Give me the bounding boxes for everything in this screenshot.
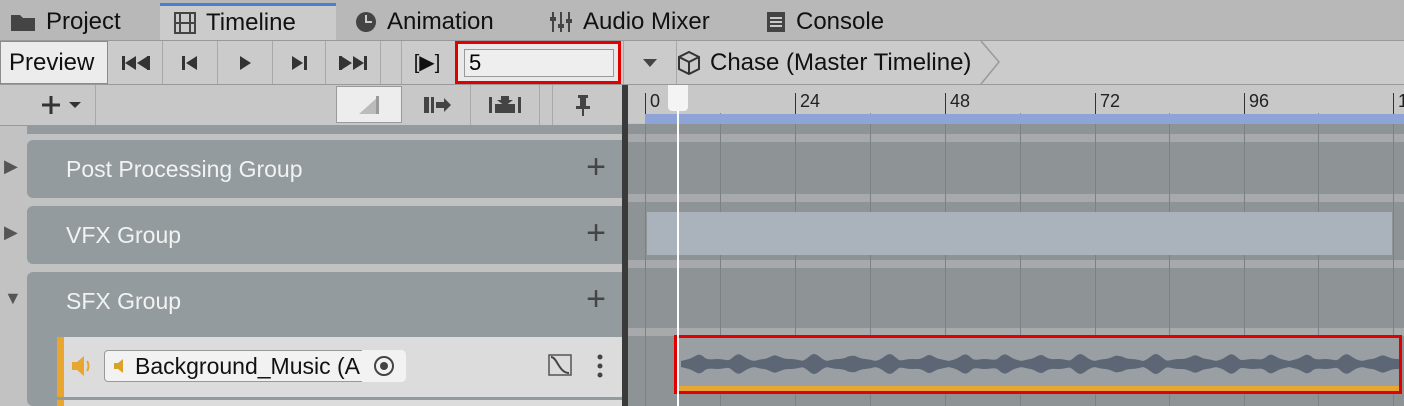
plus-icon <box>42 96 60 114</box>
ruler-label: 1 <box>1398 91 1404 111</box>
skip-to-start-icon <box>122 55 150 70</box>
console-icon <box>767 12 785 32</box>
timeline-row-post-processing[interactable] <box>628 142 1404 202</box>
audio-waveform <box>681 354 1399 374</box>
edit-mode-mix-button[interactable] <box>404 85 471 125</box>
ruler-label: 48 <box>950 91 971 111</box>
audio-clip-icon <box>114 359 123 373</box>
previous-frame-button[interactable] <box>163 41 218 84</box>
group-title: VFX Group <box>66 222 182 248</box>
preview-label: Preview <box>9 48 95 76</box>
add-track-to-group-icon[interactable]: + <box>586 150 606 184</box>
window-tab-bar: Project Timeline Animation Audio Mixer C… <box>0 0 1404 41</box>
curves-toggle-button[interactable] <box>336 86 402 123</box>
tab-label: Project <box>46 8 121 35</box>
group-above-edge <box>27 126 622 134</box>
ruler-label: 0 <box>650 91 661 111</box>
snap-button[interactable] <box>471 85 540 125</box>
track-group-vfx[interactable]: VFX Group + <box>27 206 622 264</box>
timeline-duration-bar <box>645 114 1404 124</box>
next-frame-button[interactable] <box>273 41 326 84</box>
folder-icon <box>11 15 35 31</box>
chevron-down-icon <box>643 58 657 67</box>
track-header-toolbar <box>0 85 622 126</box>
breadcrumb[interactable]: Chase (Master Timeline) <box>676 41 1001 84</box>
current-frame-input[interactable] <box>464 49 614 77</box>
next-frame-icon <box>292 55 307 70</box>
group-title: SFX Group <box>66 288 182 314</box>
breadcrumb-label: Chase (Master Timeline) <box>710 48 972 76</box>
speaker-icon <box>72 356 90 376</box>
ruler-label: 24 <box>800 91 821 111</box>
breadcrumb-arrow-icon <box>980 41 1001 84</box>
expand-arrow-icon[interactable]: ▶ <box>4 156 18 177</box>
mix-mode-icon <box>424 97 451 113</box>
audio-clip[interactable] <box>674 335 1402 394</box>
add-track-to-group-icon[interactable]: + <box>586 216 606 250</box>
next-track-edge <box>57 400 622 406</box>
tab-audio-mixer[interactable]: Audio Mixer <box>549 4 710 40</box>
track-group-post-processing[interactable]: Post Processing Group + <box>27 140 622 198</box>
tab-console[interactable]: Console <box>766 4 884 40</box>
tab-animation[interactable]: Animation <box>355 4 494 40</box>
expand-arrow-icon[interactable]: ▶ <box>4 222 18 243</box>
preview-button[interactable]: Preview <box>0 41 108 84</box>
curves-icon[interactable] <box>548 354 572 376</box>
audio-source-field[interactable]: Background_Music (A <box>104 350 406 382</box>
tab-label: Timeline <box>206 9 296 36</box>
timeline-options-dropdown[interactable] <box>623 41 677 84</box>
ruler-label: 96 <box>1249 91 1270 111</box>
audio-track-header[interactable]: Background_Music (A <box>57 337 622 397</box>
play-button[interactable] <box>218 41 273 84</box>
group-title: Post Processing Group <box>66 156 303 182</box>
collapse-arrow-icon[interactable]: ▼ <box>4 288 22 309</box>
mixer-icon <box>550 12 572 32</box>
object-picker-button[interactable] <box>362 350 406 382</box>
snap-icon <box>489 96 521 113</box>
timeline-asset-icon <box>678 50 700 75</box>
play-range-label: [▶] <box>413 52 441 74</box>
film-icon <box>174 12 196 34</box>
clock-icon <box>356 12 376 32</box>
tab-label: Animation <box>387 8 494 35</box>
audio-clip-underline <box>677 386 1399 391</box>
playhead-handle[interactable] <box>668 85 688 111</box>
go-to-start-button[interactable] <box>110 41 163 84</box>
go-to-end-button[interactable] <box>326 41 381 84</box>
chevron-down-icon <box>69 102 81 108</box>
timeline-row-sfx[interactable] <box>628 268 1404 336</box>
tab-label: Console <box>796 8 885 35</box>
add-track-to-group-icon[interactable]: + <box>586 282 606 316</box>
vfx-group-clip[interactable] <box>647 212 1392 255</box>
lock-playhead-button[interactable] <box>552 85 613 125</box>
grid-line <box>645 124 646 406</box>
tab-timeline[interactable]: Timeline <box>160 3 336 40</box>
tab-label: Audio Mixer <box>583 8 710 35</box>
toolbar-spacer <box>381 41 402 84</box>
play-range-button[interactable]: [▶] <box>402 41 452 84</box>
ripple-icon <box>359 95 379 114</box>
current-frame-field-highlight <box>455 41 621 84</box>
tab-project[interactable]: Project <box>10 4 121 40</box>
track-row-top-edge <box>628 124 1404 142</box>
target-icon <box>374 356 394 376</box>
audio-track-name: Background_Music (A <box>135 353 360 379</box>
pin-icon <box>576 95 590 116</box>
add-track-button[interactable] <box>27 85 96 125</box>
play-icon <box>240 55 251 70</box>
ruler-label: 72 <box>1100 91 1121 111</box>
previous-frame-icon <box>182 55 197 70</box>
playhead-line <box>677 85 679 406</box>
skip-to-end-icon <box>339 55 367 70</box>
more-options-icon[interactable] <box>596 354 604 378</box>
